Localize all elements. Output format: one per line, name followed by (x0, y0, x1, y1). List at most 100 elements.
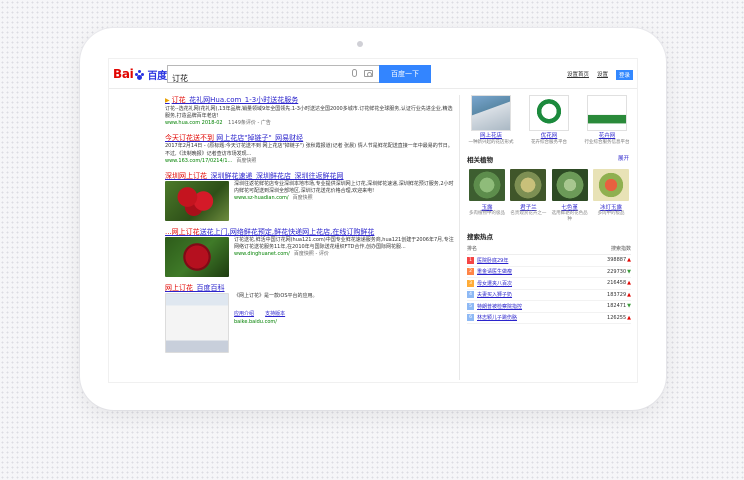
related-cards: 网上花店 一种新兴起的花店形式 优花网 花卉综合服务平台 花卉网 行业综合服务信… (467, 95, 631, 146)
plant-description: 选用鲜艳的花色品种 (551, 211, 588, 222)
hot-title[interactable]: 夫妻买入狮子奶 (477, 291, 596, 298)
camera-dot (357, 41, 363, 47)
result-title[interactable]: 今天订花送不到 网上花店"掉链子"_网易财经 (165, 133, 455, 143)
supported-versions-link[interactable]: 支持版本 (265, 311, 285, 317)
hot-title[interactable]: 母女遭夹八百次 (477, 280, 596, 287)
card-image[interactable] (471, 95, 511, 131)
hot-search-item[interactable]: 3 母女遭夹八百次 216458 ▲ (467, 278, 631, 290)
microphone-icon[interactable] (352, 69, 357, 77)
result-thumbnail[interactable] (165, 180, 229, 221)
hot-search-item[interactable]: 5 特朗普被检察院指控 182471 ▼ (467, 301, 631, 313)
logo-text-du: 百度 (147, 70, 167, 82)
settings-link[interactable]: 设置 (597, 70, 608, 80)
plant-image[interactable] (469, 169, 505, 201)
related-plants: 玉露 多肉植物中的极品 君子兰 名贵观赏花卉之一 七色堇 选用鲜艳的花色品种 冰… (467, 169, 631, 223)
related-plants-title: 相关植物 展开 (467, 154, 629, 164)
set-homepage-link[interactable]: 设置首页 (567, 70, 589, 80)
card-description: 一种新兴起的花店形式 (468, 140, 514, 145)
login-button[interactable]: 登录 (615, 70, 633, 80)
hot-count: 183729 (607, 291, 627, 298)
expand-link[interactable]: 展开 (618, 154, 629, 162)
rank-badge: 3 (467, 279, 474, 287)
hot-search-item[interactable]: 4 夫妻买入狮子奶 183729 ▲ (467, 290, 631, 301)
hot-title[interactable]: 医院卧底29年 (477, 257, 596, 264)
result-item: 深圳网上订花_深圳鲜花速递_深圳鲜花店_深圳往返鲜花网 深圳往返花鲜花店专业深圳… (165, 171, 455, 221)
trend-up-icon: ▲ (627, 314, 631, 321)
search-input[interactable] (168, 70, 328, 87)
card-image[interactable] (587, 95, 627, 131)
plant-image[interactable] (510, 169, 547, 201)
hot-search-header: 排名 搜索指数 (467, 245, 631, 255)
related-card[interactable]: 优花网 花卉综合服务平台 (525, 95, 573, 146)
search-box (167, 65, 379, 87)
results-list: ▶ 订花_花礼网Hua.com_1-3小时送花服务 订花--选花礼网(花礼网),1… (165, 95, 455, 359)
card-name[interactable]: 花卉网 (583, 133, 631, 140)
result-title[interactable]: 网上订花_百度百科 (165, 283, 455, 293)
result-url[interactable]: www.dinghuanet.com/百度快照 - 评价 (234, 251, 455, 258)
right-sidebar: 网上花店 一种新兴起的花店形式 优花网 花卉综合服务平台 花卉网 行业综合服务信… (467, 95, 631, 324)
hot-count: 126255 (607, 314, 627, 321)
trend-down-icon: ▼ (627, 303, 631, 310)
plant-item[interactable]: 七色堇 选用鲜艳的花色品种 (550, 169, 590, 223)
result-title[interactable]: ...网上订花送花上门,网络鲜花预定,鲜花快递网上花店,在线订购鲜花 (165, 227, 455, 237)
logo-text-bai: Bai (113, 67, 134, 81)
search-button[interactable]: 百度一下 (379, 65, 431, 83)
hot-count: 229730 (607, 268, 627, 275)
result-title[interactable]: ▶ 订花_花礼网Hua.com_1-3小时送花服务 (165, 95, 455, 106)
rank-badge: 2 (467, 268, 474, 276)
top-links: 设置首页 设置 登录 (567, 70, 633, 80)
result-url[interactable]: www.sz-huadian.com/百度快照 (234, 195, 455, 202)
column-divider (459, 95, 460, 380)
hot-search-item[interactable]: 6 林志颖儿子跳伤胳 126255 ▲ (467, 313, 631, 324)
plant-image[interactable] (551, 169, 588, 201)
card-image[interactable] (529, 95, 569, 131)
hot-count: 216458 (607, 280, 627, 287)
result-title[interactable]: 深圳网上订花_深圳鲜花速递_深圳鲜花店_深圳往返鲜花网 (165, 171, 455, 181)
plant-name[interactable]: 玉露 (467, 203, 507, 211)
tablet-frame: Bai 百度 百度一下 设置首页 设置 登录 (80, 28, 666, 410)
card-name[interactable]: 优花网 (525, 133, 573, 140)
result-item: ...网上订花送花上门,网络鲜花预定,鲜花快递网上花店,在线订购鲜花 订花送花,… (165, 227, 455, 277)
result-description: 《网上订花》是一款iOS平台的应用。 (234, 292, 318, 299)
hot-count: 398887 (607, 257, 627, 264)
plant-description: 名贵观赏花卉之一 (510, 211, 547, 216)
search-header: Bai 百度 百度一下 设置首页 设置 登录 (109, 59, 637, 89)
plant-item[interactable]: 冰灯玉露 多肉中的极品 (591, 169, 631, 223)
result-url[interactable]: www.hua.com 2018-02 1149条评价 - 广告 (165, 120, 455, 127)
app-screenshot[interactable] (165, 292, 229, 353)
trend-up-icon: ▲ (627, 291, 631, 298)
result-item: 网上订花_百度百科 《网上订花》是一款iOS平台的应用。 应用介绍 支持版本 b… (165, 283, 455, 353)
plant-item[interactable]: 玉露 多肉植物中的极品 (467, 169, 507, 223)
hot-title[interactable]: 重金请医生做瘦 (477, 268, 596, 275)
hot-search-item[interactable]: 2 重金请医生做瘦 229730 ▼ (467, 267, 631, 278)
baidu-logo[interactable]: Bai 百度 (113, 65, 167, 83)
hot-title[interactable]: 特朗普被检察院指控 (477, 303, 596, 310)
related-card[interactable]: 网上花店 一种新兴起的花店形式 (467, 95, 515, 146)
plant-name[interactable]: 冰灯玉露 (591, 203, 631, 211)
trend-up-icon: ▲ (627, 257, 631, 264)
trend-up-icon: ▲ (627, 280, 631, 287)
rank-badge: 1 (467, 256, 474, 264)
result-url[interactable]: www.163.com/17/0214/1... 百度快照 (165, 158, 455, 165)
result-item: 今天订花送不到 网上花店"掉链子"_网易财经 2017年2月14日 - (原标题… (165, 133, 455, 164)
card-name[interactable]: 网上花店 (467, 133, 515, 140)
result-thumbnail[interactable] (165, 236, 229, 277)
hot-search-item[interactable]: 1 医院卧底29年 398887 ▲ (467, 255, 631, 267)
rank-badge: 6 (467, 314, 474, 322)
camera-search-icon[interactable] (364, 70, 373, 77)
hot-search-list: 1 医院卧底29年 398887 ▲ 2 重金请医生做瘦 229730 ▼ 3 … (467, 255, 631, 324)
card-description: 行业综合服务信息平台 (584, 140, 630, 145)
result-description: 2017年2月14日 - (原标题:今天订花送不到 网上花店"掉链子") 张秋霞… (165, 143, 453, 157)
plant-item[interactable]: 君子兰 名贵观赏花卉之一 (508, 169, 548, 223)
plant-description: 多肉中的极品 (597, 211, 625, 216)
app-intro-link[interactable]: 应用介绍 (234, 311, 254, 317)
result-url[interactable]: baike.baidu.com/ (234, 319, 318, 326)
ad-flag-icon: ▶ (165, 97, 170, 104)
related-card[interactable]: 花卉网 行业综合服务信息平台 (583, 95, 631, 146)
plant-name[interactable]: 七色堇 (550, 203, 590, 211)
hot-title[interactable]: 林志颖儿子跳伤胳 (477, 314, 596, 321)
plant-name[interactable]: 君子兰 (508, 203, 548, 211)
paw-icon (134, 69, 145, 80)
card-description: 花卉综合服务平台 (531, 140, 567, 145)
plant-image[interactable] (592, 169, 629, 201)
